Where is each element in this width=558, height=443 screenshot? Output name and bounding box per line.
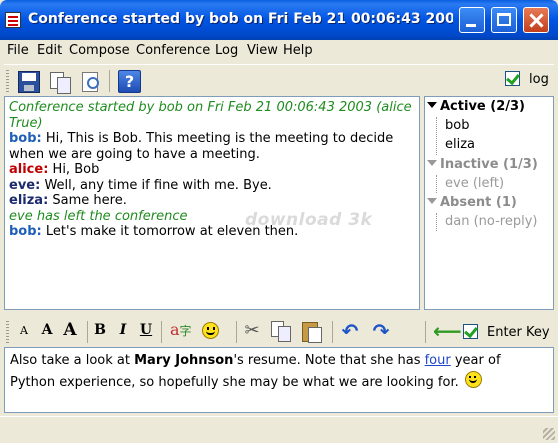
compose-text: 's resume. Note that she has xyxy=(233,353,425,368)
group-absent[interactable]: Absent (1) xyxy=(427,195,517,213)
spellcheck-icon[interactable]: a字 xyxy=(170,320,196,342)
redo-icon[interactable]: ↷ xyxy=(370,320,392,342)
group-active[interactable]: Active (2/3) xyxy=(427,99,525,117)
nick: alice: xyxy=(9,162,49,177)
enter-key-checkbox[interactable] xyxy=(463,324,478,339)
message-text: Well, any time if fine with me. Bye. xyxy=(40,177,272,193)
chat-message: alice: Hi, Bob xyxy=(9,162,415,178)
member-bob[interactable]: bob xyxy=(445,118,469,136)
expand-triangle-icon xyxy=(427,198,437,204)
font-larger-button[interactable]: A xyxy=(60,320,80,340)
compose-underlined-text: four xyxy=(424,353,451,368)
nick: eliza: xyxy=(9,193,49,208)
enter-key-label[interactable]: Enter Key xyxy=(487,325,550,340)
menu-file[interactable]: File xyxy=(7,43,29,60)
main-toolbar: ? xyxy=(4,64,554,96)
toolbar-grip[interactable] xyxy=(6,70,9,92)
undo-icon[interactable]: ↶ xyxy=(339,320,361,342)
toolbar-separator xyxy=(332,321,333,343)
maximize-button[interactable] xyxy=(491,7,517,33)
transcript-pane[interactable]: Conference started by bob on Fri Feb 21 … xyxy=(4,96,420,310)
smiley-icon[interactable] xyxy=(202,322,219,339)
tree-line xyxy=(436,117,437,155)
send-icon[interactable]: ⟵ xyxy=(433,321,462,343)
compose-input[interactable]: Also take a look at Mary Johnson's resum… xyxy=(4,347,554,413)
menu-log[interactable]: Log xyxy=(215,43,238,60)
minimize-button[interactable] xyxy=(459,7,485,33)
expand-triangle-icon xyxy=(427,102,437,108)
participants-pane[interactable]: Active (2/3) bob eliza Inactive (1/3) ev… xyxy=(424,96,554,310)
nick: eve: xyxy=(9,177,41,193)
toolbar-separator xyxy=(236,321,237,343)
print-preview-icon[interactable] xyxy=(80,71,102,93)
log-label[interactable]: log xyxy=(529,72,549,87)
group-label: Absent (1) xyxy=(440,195,517,210)
message-text: Hi, This is Bob. This meeting is the mee… xyxy=(9,131,394,162)
compose-bold-text: Mary Johnson xyxy=(134,353,234,368)
expand-triangle-icon xyxy=(427,160,437,166)
app-icon[interactable] xyxy=(5,12,21,28)
menu-edit[interactable]: Edit xyxy=(37,43,62,60)
toolbar-separator xyxy=(161,321,162,343)
member-eve[interactable]: eve (left) xyxy=(445,176,504,194)
cut-icon[interactable]: ✂ xyxy=(241,320,263,342)
chat-message: eliza: Same here. xyxy=(9,193,415,209)
menu-bar: File Edit Compose Conference Log View He… xyxy=(0,40,558,62)
italic-button[interactable]: I xyxy=(114,322,132,338)
member-dan[interactable]: dan (no-reply) xyxy=(445,214,537,232)
toolbar-separator xyxy=(425,321,426,343)
member-eliza[interactable]: eliza xyxy=(445,137,475,155)
message-text: Hi, Bob xyxy=(48,162,100,177)
font-normal-button[interactable]: A xyxy=(38,322,56,338)
watermark: download 3k xyxy=(245,210,373,230)
group-inactive[interactable]: Inactive (1/3) xyxy=(427,157,538,175)
compose-text: Also take a look at xyxy=(10,353,135,368)
tree-line xyxy=(436,213,437,231)
smiley-icon xyxy=(464,371,482,388)
save-icon[interactable] xyxy=(18,71,40,93)
bold-button[interactable]: B xyxy=(91,322,109,338)
close-button[interactable] xyxy=(523,7,549,33)
help-icon[interactable]: ? xyxy=(118,70,141,93)
group-label: Inactive (1/3) xyxy=(440,157,538,172)
window-title: Conference started by bob on Fri Feb 21 … xyxy=(28,11,453,27)
toolbar-separator xyxy=(109,70,110,92)
font-smaller-button[interactable]: A xyxy=(14,324,34,337)
system-message: Conference started by bob on Fri Feb 21 … xyxy=(9,100,412,131)
status-bar xyxy=(0,416,558,443)
group-label: Active (2/3) xyxy=(440,99,525,114)
menu-compose[interactable]: Compose xyxy=(69,43,130,60)
nick: bob: xyxy=(9,131,42,146)
copy-icon[interactable] xyxy=(270,320,292,342)
paste-icon[interactable] xyxy=(301,319,323,343)
menu-conference[interactable]: Conference xyxy=(136,43,210,60)
underline-button[interactable]: U xyxy=(137,322,155,338)
chat-message: bob: Hi, This is Bob. This meeting is th… xyxy=(9,131,415,162)
log-checkbox[interactable] xyxy=(505,71,520,86)
toolbar-grip[interactable] xyxy=(6,321,9,343)
spellcheck-glyph: a xyxy=(170,320,180,339)
copy-icon[interactable] xyxy=(49,71,71,94)
resize-grip-icon[interactable] xyxy=(543,428,555,440)
menu-help[interactable]: Help xyxy=(283,43,313,60)
tree-line xyxy=(436,175,437,193)
nick: bob: xyxy=(9,224,42,239)
menu-view[interactable]: View xyxy=(247,43,278,60)
message-text: Same here. xyxy=(48,193,127,208)
chat-message: eve: Well, any time if fine with me. Bye… xyxy=(9,178,415,194)
toolbar-separator xyxy=(87,321,88,343)
